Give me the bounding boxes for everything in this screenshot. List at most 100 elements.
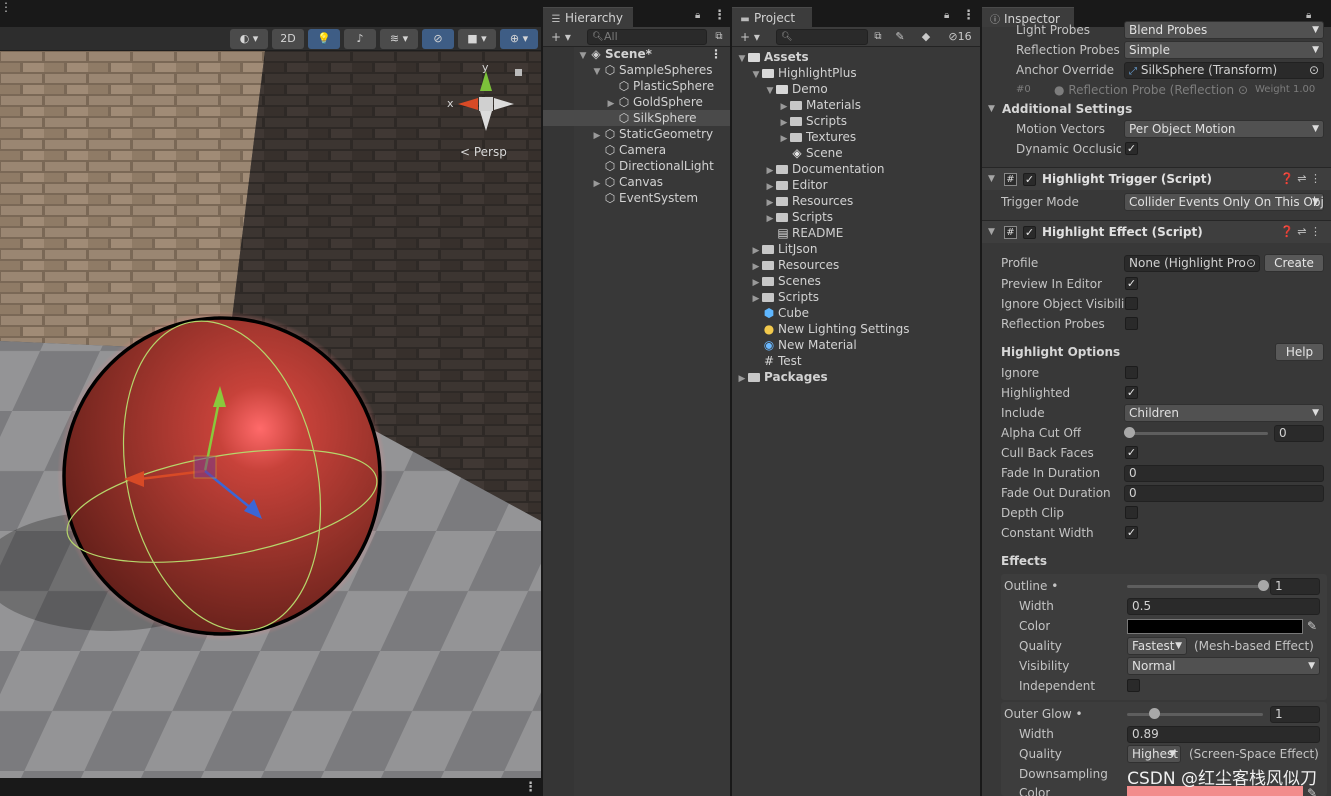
alpha-cut-off-slider-thumb[interactable]	[1124, 427, 1135, 438]
fade-out-input[interactable]: 0	[1124, 485, 1324, 502]
collapsed-arrow-icon[interactable]: ▶	[736, 371, 748, 387]
project-item[interactable]: ● New Lighting Settings	[732, 321, 980, 337]
eyedropper-icon[interactable]: ✎	[1307, 616, 1317, 636]
highlight-trigger-header[interactable]: ▼ # ✓ Highlight Trigger (Script) ❓ ⇌ ⋮	[982, 167, 1331, 190]
project-search-input[interactable]: 🔍︎	[776, 29, 868, 45]
hierarchy-search-input[interactable]: 🔍︎ All	[587, 29, 707, 45]
outline-slider-thumb[interactable]	[1258, 580, 1269, 591]
lock-icon[interactable]: 🔒︎	[695, 10, 700, 21]
project-item[interactable]: ▶ Resources	[732, 193, 980, 209]
outer-glow-slider-thumb[interactable]	[1149, 708, 1161, 719]
lighting-toggle-icon[interactable]: 💡	[308, 29, 340, 49]
create-profile-button[interactable]: Create	[1264, 254, 1324, 272]
object-picker-icon[interactable]: ⊙	[1309, 63, 1319, 78]
hierarchy-item[interactable]: ⬡ DirectionalLight	[543, 158, 730, 174]
project-item[interactable]: ▶ Scripts	[732, 113, 980, 129]
project-item[interactable]: ◉ New Material	[732, 337, 980, 353]
profile-field[interactable]: None (Highlight Profi ⊙	[1124, 255, 1260, 272]
anchor-override-field[interactable]: ⤢ SilkSphere (Transform) ⊙	[1124, 62, 1324, 79]
cull-back-faces-checkbox[interactable]: ✓	[1125, 446, 1138, 459]
hidden-packages-button[interactable]: ⊘16	[942, 28, 978, 46]
hierarchy-item[interactable]: ⬡ SilkSphere	[543, 110, 730, 126]
component-header-icons[interactable]: ❓ ⇌ ⋮	[1280, 221, 1321, 243]
project-item[interactable]: ▶ Materials	[732, 97, 980, 113]
tab-hierarchy[interactable]: ☰ Hierarchy	[543, 7, 633, 27]
outer-glow-slider[interactable]	[1127, 713, 1263, 716]
reflection-probes-dropdown[interactable]: Simple ▼	[1124, 41, 1324, 59]
component-header-icons[interactable]: ❓ ⇌ ⋮	[1280, 168, 1321, 190]
highlight-effect-header[interactable]: ▼ # ✓ Highlight Effect (Script) ❓ ⇌ ⋮	[982, 220, 1331, 243]
help-button[interactable]: Help	[1275, 343, 1324, 361]
dynamic-occlusion-checkbox[interactable]: ✓	[1125, 142, 1138, 155]
gizmos-icon[interactable]: ⊕ ▾	[500, 29, 538, 49]
highlight-trigger-enabled-checkbox[interactable]: ✓	[1023, 173, 1036, 186]
project-item[interactable]: ▶ Textures	[732, 129, 980, 145]
project-item[interactable]: ▼ Assets	[732, 49, 980, 65]
highlighted-checkbox[interactable]: ✓	[1125, 386, 1138, 399]
outer-glow-width-input[interactable]: 0.89	[1127, 726, 1320, 743]
camera-settings-icon[interactable]: ■ ▾	[458, 29, 496, 49]
project-kebab-icon[interactable]: ⋮	[962, 8, 975, 23]
project-item[interactable]: ▶ Editor	[732, 177, 980, 193]
project-item[interactable]: ▶ Resources	[732, 257, 980, 273]
include-dropdown[interactable]: Children ▼	[1124, 404, 1324, 422]
hierarchy-item[interactable]: ⬡ PlasticSphere	[543, 78, 730, 94]
shading-mode-button[interactable]: ◐ ▾	[230, 29, 268, 49]
alpha-cut-off-input[interactable]: 0	[1274, 425, 1324, 442]
search-by-label-icon[interactable]: ✎	[892, 28, 908, 46]
project-item[interactable]: ▶ Scenes	[732, 273, 980, 289]
project-item[interactable]: ⬢ Cube	[732, 305, 980, 321]
light-probes-dropdown[interactable]: Blend Probes ▼	[1124, 21, 1324, 39]
project-item[interactable]: ▶ LitJson	[732, 241, 980, 257]
create-asset-button[interactable]: + ▾	[736, 28, 764, 46]
reflection-probes-checkbox[interactable]	[1125, 317, 1138, 330]
project-item[interactable]: ▼ Demo	[732, 81, 980, 97]
hierarchy-item[interactable]: ▶ ⬡ Canvas	[543, 174, 730, 190]
search-filter-icon[interactable]: ⧉	[711, 28, 727, 46]
alpha-cut-off-slider[interactable]	[1129, 432, 1268, 435]
lock-icon[interactable]: 🔒︎	[944, 10, 949, 21]
hierarchy-item[interactable]: ▶ ⬡ StaticGeometry	[543, 126, 730, 142]
depth-clip-checkbox[interactable]	[1125, 506, 1138, 519]
project-item[interactable]: ▶ Scripts	[732, 289, 980, 305]
project-item[interactable]: ▤ README	[732, 225, 980, 241]
hierarchy-kebab-icon[interactable]: ⋮	[713, 8, 726, 23]
fade-in-input[interactable]: 0	[1124, 465, 1324, 482]
outer-glow-input[interactable]: 1	[1270, 706, 1320, 723]
hierarchy-item[interactable]: ▶ ⬡ GoldSphere	[543, 94, 730, 110]
outer-glow-quality-dropdown[interactable]: Highest ▼	[1127, 745, 1181, 763]
hierarchy-item[interactable]: ⬡ EventSystem	[543, 190, 730, 206]
project-item[interactable]: ▶ Documentation	[732, 161, 980, 177]
scene-kebab-icon[interactable]: ⋮	[0, 0, 12, 14]
constant-width-checkbox[interactable]: ✓	[1125, 526, 1138, 539]
outline-width-input[interactable]: 0.5	[1127, 598, 1320, 615]
project-item[interactable]: ▶ Packages	[732, 369, 980, 385]
additional-settings-row[interactable]: ▼ Additional Settings	[982, 99, 1331, 119]
project-item[interactable]: # Test	[732, 353, 980, 369]
ignore-checkbox[interactable]	[1125, 366, 1138, 379]
search-by-type-icon[interactable]: ⧉	[870, 28, 886, 46]
effects-toggle-icon[interactable]: ≋ ▾	[380, 29, 418, 49]
hierarchy-item[interactable]: ▼ ⬡ SampleSpheres	[543, 62, 730, 78]
hierarchy-item[interactable]: ▼ ◈ Scene* ⋮	[543, 46, 730, 62]
add-object-button[interactable]: + ▾	[547, 28, 575, 46]
outline-quality-dropdown[interactable]: Fastest ▼	[1127, 637, 1187, 655]
hierarchy-item[interactable]: ⬡ Camera	[543, 142, 730, 158]
outline-visibility-dropdown[interactable]: Normal ▼	[1127, 657, 1320, 675]
tab-project[interactable]: ▬ Project	[732, 7, 812, 27]
scene-visibility-icon[interactable]: ⊘	[422, 29, 454, 49]
outline-slider[interactable]	[1127, 585, 1263, 588]
project-item[interactable]: ◈ Scene	[732, 145, 980, 161]
scene-kebab-icon[interactable]: ⋮	[710, 46, 722, 62]
persp-label[interactable]: < Persp	[460, 145, 507, 159]
preview-in-editor-checkbox[interactable]: ✓	[1125, 277, 1138, 290]
bottom-kebab-icon[interactable]: ⋮	[524, 780, 537, 795]
highlight-effect-enabled-checkbox[interactable]: ✓	[1023, 226, 1036, 239]
project-item[interactable]: ▶ Scripts	[732, 209, 980, 225]
outline-independent-checkbox[interactable]	[1127, 679, 1140, 692]
trigger-mode-dropdown[interactable]: Collider Events Only On This Obj ▼	[1124, 193, 1324, 211]
scene-viewport[interactable]: y x < Persp	[0, 51, 541, 778]
audio-toggle-icon[interactable]: ♪	[344, 29, 376, 49]
object-picker-icon[interactable]: ⊙	[1245, 256, 1256, 271]
tag-icon[interactable]: ◆	[918, 28, 934, 46]
